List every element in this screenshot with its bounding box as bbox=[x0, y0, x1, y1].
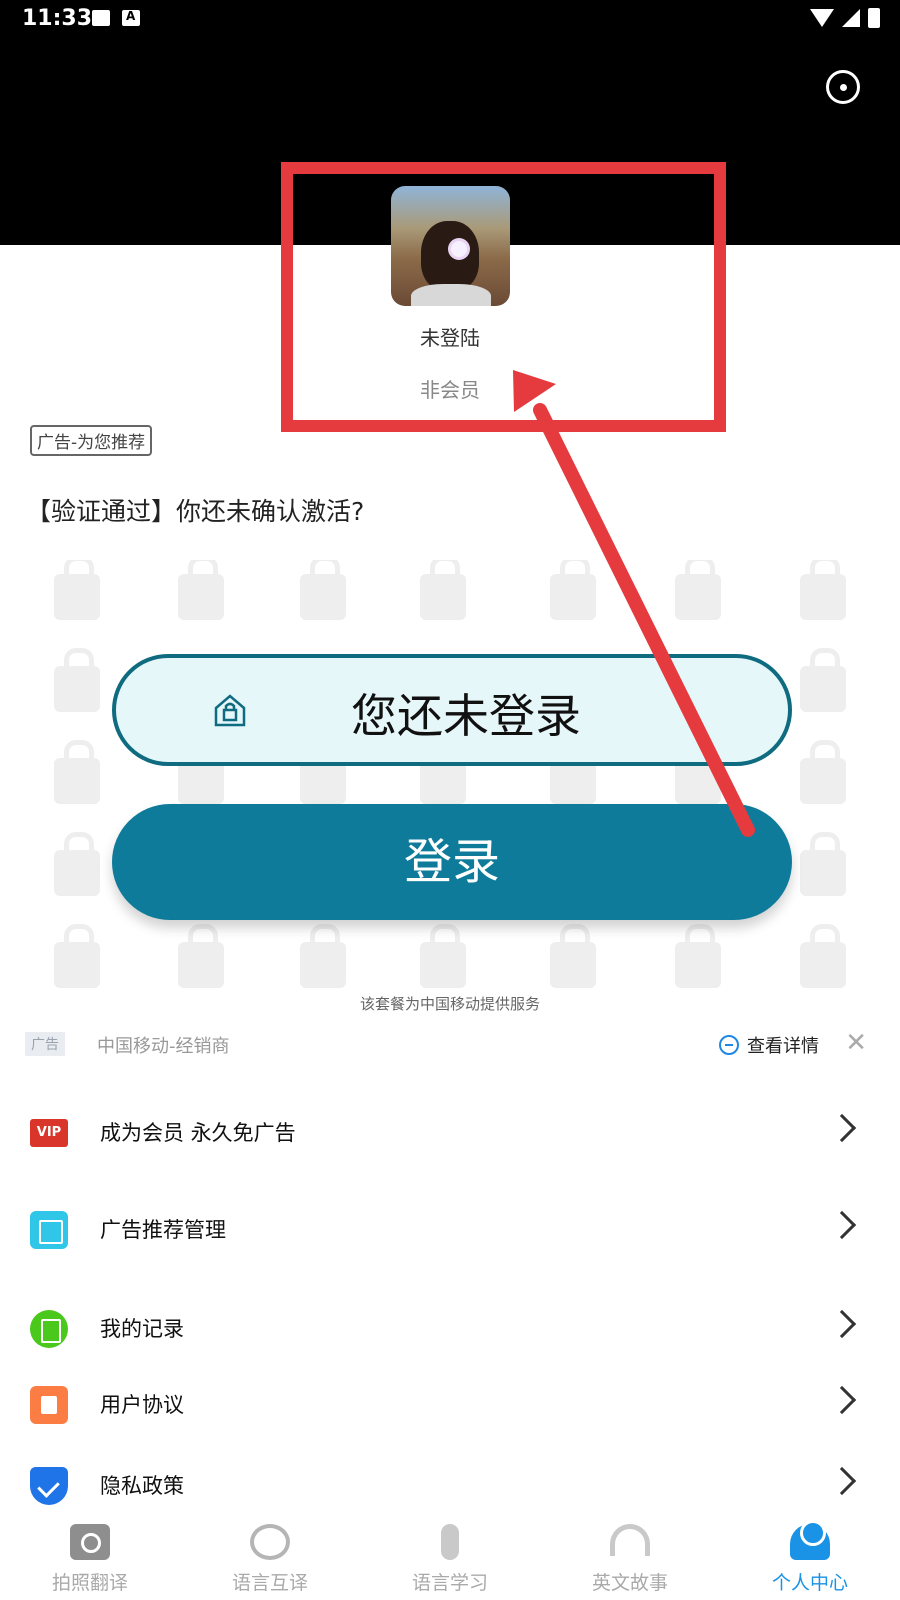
image-notification-icon bbox=[92, 10, 110, 26]
menu-item-records[interactable]: 我的记录 bbox=[0, 1300, 900, 1360]
tab-photo-translate[interactable]: 拍照翻译 bbox=[0, 1510, 180, 1600]
vip-icon: VIP bbox=[30, 1119, 68, 1147]
ad-manage-icon bbox=[30, 1211, 68, 1249]
menu-item-label: 广告推荐管理 bbox=[100, 1218, 226, 1242]
close-ad-icon[interactable]: ✕ bbox=[845, 1028, 867, 1058]
chevron-right-icon bbox=[827, 1385, 857, 1415]
privacy-shield-icon bbox=[30, 1467, 68, 1505]
record-icon bbox=[30, 1310, 68, 1348]
arrow-enter-icon bbox=[719, 1035, 739, 1055]
chevron-right-icon bbox=[827, 1113, 857, 1143]
tab-language-translate[interactable]: 语言互译 bbox=[180, 1510, 360, 1600]
menu-item-label: 隐私政策 bbox=[100, 1474, 184, 1498]
not-logged-in-banner[interactable]: 您还未登录 bbox=[112, 654, 792, 766]
tab-label: 拍照翻译 bbox=[51, 1572, 128, 1594]
menu-item-ad-management[interactable]: 广告推荐管理 bbox=[0, 1201, 900, 1261]
menu-item-label: 我的记录 bbox=[100, 1317, 184, 1341]
menu-item-privacy-policy[interactable]: 隐私政策 bbox=[0, 1457, 900, 1517]
signal-icon bbox=[842, 9, 860, 27]
avatar[interactable] bbox=[391, 186, 510, 306]
not-logged-in-text: 您还未登录 bbox=[351, 689, 581, 743]
translate-chat-icon bbox=[250, 1524, 290, 1560]
microphone-icon bbox=[441, 1524, 459, 1560]
agreement-icon bbox=[30, 1386, 68, 1424]
status-system-icons bbox=[810, 8, 880, 28]
ad-source: 中国移动-经销商 bbox=[97, 1036, 230, 1057]
menu-item-label: 用户协议 bbox=[100, 1393, 184, 1417]
bottom-nav: 拍照翻译 语言互译 语言学习 英文故事 个人中心 bbox=[0, 1510, 900, 1600]
menu-item-label: 成为会员 永久免广告 bbox=[100, 1121, 296, 1145]
tab-label: 个人中心 bbox=[771, 1572, 848, 1594]
ad-footer: 广告 中国移动-经销商 查看详情 ✕ bbox=[25, 1028, 875, 1058]
app-notification-icon bbox=[122, 9, 140, 26]
tab-label: 英文故事 bbox=[591, 1572, 668, 1594]
ad-lock-pattern bbox=[40, 560, 870, 1010]
tab-language-learning[interactable]: 语言学习 bbox=[360, 1510, 540, 1600]
view-details-label: 查看详情 bbox=[747, 1036, 819, 1057]
status-time: 11:33 bbox=[22, 6, 93, 31]
ad-tag: 广告-为您推荐 bbox=[30, 425, 153, 456]
headphones-icon bbox=[610, 1524, 650, 1556]
tab-label: 语言学习 bbox=[411, 1572, 488, 1594]
chevron-right-icon bbox=[827, 1466, 857, 1496]
membership-status: 非会员 bbox=[420, 378, 480, 402]
tab-label: 语言互译 bbox=[231, 1572, 308, 1594]
menu-item-vip[interactable]: VIP 成为会员 永久免广告 bbox=[0, 1104, 900, 1164]
wifi-icon bbox=[810, 9, 834, 27]
tab-personal-center[interactable]: 个人中心 bbox=[720, 1510, 900, 1600]
service-note: 该套餐为中国移动提供服务 bbox=[359, 995, 540, 1013]
username-label[interactable]: 未登陆 bbox=[0, 322, 900, 351]
battery-icon bbox=[868, 8, 880, 28]
view-details-link[interactable]: 查看详情 bbox=[719, 1032, 819, 1058]
status-notification-icons bbox=[92, 9, 140, 26]
camera-icon bbox=[70, 1524, 110, 1560]
menu-item-user-agreement[interactable]: 用户协议 bbox=[0, 1376, 900, 1436]
login-button[interactable]: 登录 bbox=[112, 804, 792, 920]
chevron-right-icon bbox=[827, 1210, 857, 1240]
refresh-icon[interactable] bbox=[826, 70, 860, 104]
ad-title[interactable]: 【验证通过】你还未确认激活? bbox=[26, 492, 364, 528]
chevron-right-icon bbox=[827, 1309, 857, 1339]
ad-badge: 广告 bbox=[25, 1032, 65, 1056]
tab-english-stories[interactable]: 英文故事 bbox=[540, 1510, 720, 1600]
person-icon bbox=[790, 1520, 830, 1560]
